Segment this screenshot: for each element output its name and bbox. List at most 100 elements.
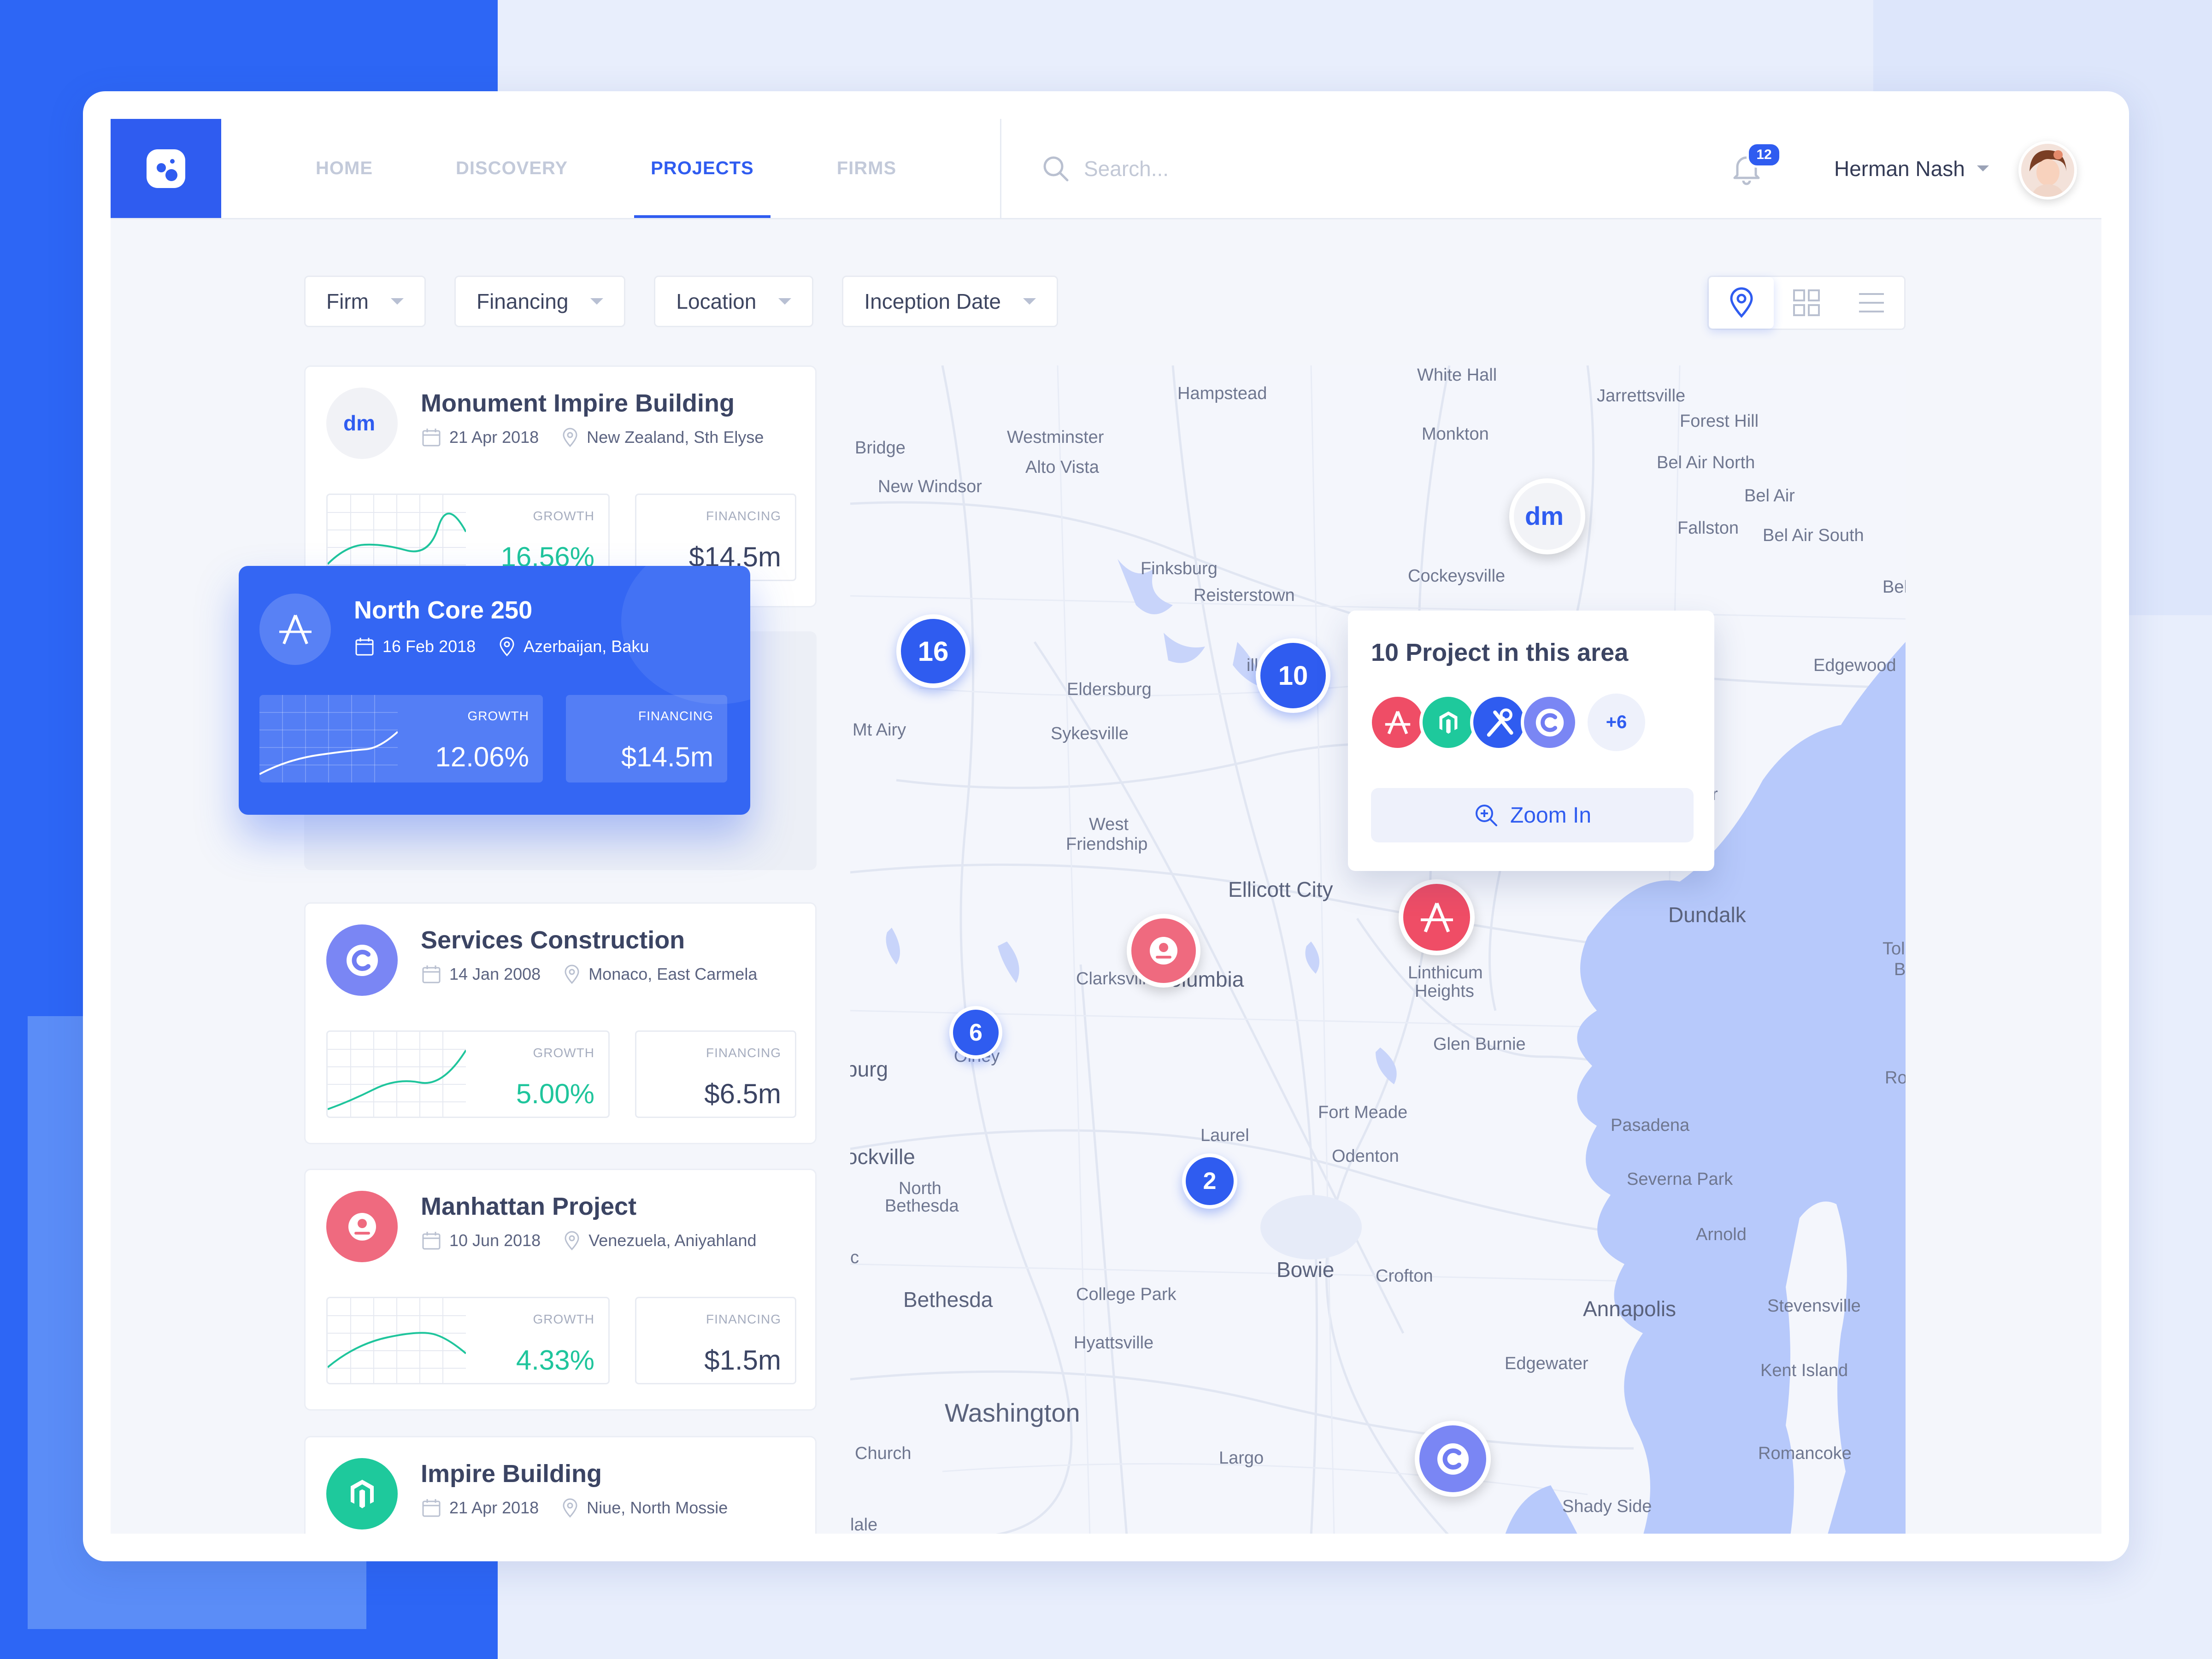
map-place-label: Arnold bbox=[1696, 1225, 1747, 1244]
project-card[interactable]: Services Construction 14 Jan 2008 Monaco… bbox=[304, 902, 817, 1144]
project-title: Manhattan Project bbox=[421, 1193, 637, 1220]
map-place-label: Washington bbox=[945, 1398, 1080, 1427]
svg-text:dm: dm bbox=[1525, 503, 1564, 530]
growth-chart bbox=[328, 1298, 466, 1383]
a-logo-icon[interactable] bbox=[1369, 694, 1426, 751]
map-place-label: Ellicott City bbox=[1228, 877, 1333, 901]
growth-label: GROWTH bbox=[533, 1046, 594, 1060]
project-meta: 16 Feb 2018 Azerbaijan, Baku bbox=[354, 636, 649, 657]
map-place-label: Heights bbox=[1415, 982, 1474, 1001]
person-logo-icon bbox=[326, 1191, 398, 1262]
project-card[interactable]: Manhattan Project 10 Jun 2018 Venezuela,… bbox=[304, 1169, 817, 1411]
map-area-popup: 10 Project in this area +6 Zoom In bbox=[1348, 611, 1714, 871]
map-place-label: Stevensville bbox=[1767, 1296, 1861, 1316]
more-projects-badge[interactable]: +6 bbox=[1588, 694, 1645, 751]
map-place-label: Bethesda bbox=[903, 1288, 993, 1312]
zoom-in-button[interactable]: Zoom In bbox=[1371, 788, 1694, 842]
map-place-label: Bowie bbox=[1277, 1258, 1335, 1282]
nav-discovery[interactable]: DISCOVERY bbox=[456, 119, 568, 218]
filter-location-label: Location bbox=[676, 289, 757, 313]
search-box[interactable]: Search... bbox=[1041, 151, 1169, 186]
list-view-button[interactable] bbox=[1839, 277, 1904, 329]
search-input[interactable]: Search... bbox=[1084, 156, 1169, 181]
map-cluster-marker[interactable]: 10 bbox=[1256, 638, 1330, 713]
map-place-label: Reisterstown bbox=[1194, 586, 1295, 605]
map-place-label: Mt Airy bbox=[853, 720, 906, 740]
nav-firms[interactable]: FIRMS bbox=[837, 119, 896, 218]
financing-box: FINANCING $1.5m bbox=[635, 1297, 796, 1384]
dm-logo-icon: dm bbox=[326, 388, 398, 459]
growth-box: GROWTH 4.33% bbox=[326, 1297, 610, 1384]
map-place-label: Finksburg bbox=[1141, 559, 1218, 578]
map-background bbox=[850, 365, 1906, 1534]
map-place-label: Hampstead bbox=[1177, 384, 1267, 403]
zoom-in-icon bbox=[1475, 805, 1497, 826]
financing-box: FINANCING $14.5m bbox=[566, 695, 727, 782]
map-place-label: Crofton bbox=[1376, 1266, 1433, 1286]
filter-firm[interactable]: Firm bbox=[304, 276, 426, 327]
map-cluster-marker[interactable]: 6 bbox=[949, 1006, 1002, 1059]
featured-project-card[interactable]: North Core 250 16 Feb 2018 Azerbaijan, B… bbox=[239, 566, 750, 815]
nav-home[interactable]: HOME bbox=[316, 119, 373, 218]
map-cluster-marker[interactable]: 2 bbox=[1182, 1153, 1237, 1209]
person-logo-icon[interactable] bbox=[1127, 914, 1200, 988]
map-view-button[interactable] bbox=[1709, 277, 1774, 329]
map-place-label: Jarrettsville bbox=[1597, 386, 1686, 406]
map-place-label: B bbox=[1894, 960, 1906, 979]
project-title: Monument Impire Building bbox=[421, 389, 735, 417]
dm-logo-icon[interactable]: dm bbox=[1509, 478, 1585, 554]
nav-projects[interactable]: PROJECTS bbox=[634, 119, 771, 218]
a-logo-icon[interactable] bbox=[1399, 879, 1475, 955]
map-place-label: White Hall bbox=[1417, 365, 1497, 385]
map-cluster-marker[interactable]: 16 bbox=[896, 614, 970, 688]
main-nav: HOME DISCOVERY PROJECTS FIRMS bbox=[316, 119, 979, 218]
map-place-label: Bel Air South bbox=[1763, 526, 1864, 545]
avatar[interactable] bbox=[2018, 141, 2077, 200]
list-icon bbox=[1859, 293, 1884, 312]
filter-bar: Firm Financing Location Inception Date bbox=[304, 276, 1087, 327]
map-place-label: burg bbox=[850, 1057, 888, 1081]
project-card[interactable]: Impire Building 21 Apr 2018 Niue, North … bbox=[304, 1436, 817, 1534]
growth-label: GROWTH bbox=[467, 709, 529, 723]
map-place-label: c bbox=[850, 1248, 859, 1267]
calendar-icon bbox=[355, 638, 374, 656]
map-place-label: West bbox=[1089, 815, 1129, 834]
project-meta: 10 Jun 2018 Venezuela, Aniyahland bbox=[421, 1230, 757, 1251]
map-place-label: North bbox=[899, 1179, 941, 1198]
map-place-label: Forest Hill bbox=[1680, 412, 1759, 431]
financing-value: $14.5m bbox=[621, 741, 713, 772]
user-menu[interactable]: Herman Nash bbox=[1834, 151, 1989, 186]
filter-financing[interactable]: Financing bbox=[454, 276, 626, 327]
map-place-label: Bel bbox=[1883, 577, 1906, 597]
grid-view-button[interactable] bbox=[1774, 277, 1839, 329]
filter-location[interactable]: Location bbox=[654, 276, 814, 327]
location-pin-icon bbox=[565, 965, 579, 984]
project-date: 21 Apr 2018 bbox=[449, 428, 539, 447]
chevron-down-icon bbox=[390, 298, 404, 305]
map-view[interactable]: Hampstead White Hall Jarrettsville Westm… bbox=[850, 365, 1906, 1534]
growth-value: 4.33% bbox=[516, 1345, 594, 1376]
map-place-label: Eldersburg bbox=[1067, 680, 1152, 699]
growth-chart bbox=[328, 1032, 466, 1117]
filter-inception-date[interactable]: Inception Date bbox=[842, 276, 1058, 327]
map-place-label: Westminster bbox=[1007, 428, 1104, 447]
map-place-label: Church bbox=[855, 1444, 912, 1463]
app-logo-icon bbox=[147, 149, 185, 188]
map-place-label: Odenton bbox=[1332, 1147, 1399, 1166]
map-place-label: Kent Island bbox=[1760, 1361, 1848, 1380]
c-logo-icon[interactable] bbox=[1415, 1421, 1491, 1497]
tools-logo-icon[interactable] bbox=[1470, 694, 1528, 751]
map-place-label: ockville bbox=[850, 1145, 915, 1169]
financing-box: FINANCING $6.5m bbox=[635, 1030, 796, 1118]
app-logo[interactable] bbox=[111, 119, 221, 218]
map-place-label: Hyattsville bbox=[1074, 1333, 1154, 1353]
c-logo-icon[interactable] bbox=[1521, 694, 1578, 751]
map-place-label: Cockeysville bbox=[1408, 566, 1506, 586]
map-place-label: Alto Vista bbox=[1025, 458, 1099, 477]
m-logo-icon[interactable] bbox=[1419, 694, 1477, 751]
project-title: North Core 250 bbox=[354, 596, 533, 624]
chevron-down-icon bbox=[1023, 298, 1036, 305]
project-date: 14 Jan 2008 bbox=[449, 965, 541, 983]
project-date: 10 Jun 2018 bbox=[449, 1231, 541, 1250]
growth-label: GROWTH bbox=[533, 1312, 594, 1326]
